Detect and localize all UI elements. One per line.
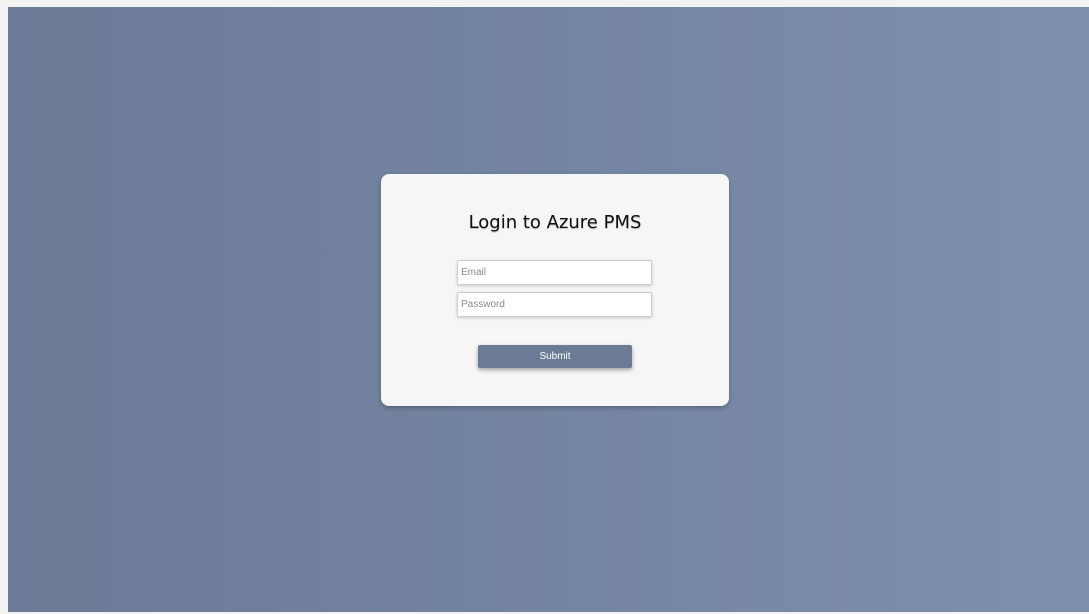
password-field[interactable] [457, 292, 652, 317]
login-card: Login to Azure PMS Submit [381, 174, 729, 406]
login-title: Login to Azure PMS [468, 212, 642, 233]
email-field[interactable] [457, 260, 652, 285]
submit-button[interactable]: Submit [478, 345, 632, 368]
page-background: Login to Azure PMS Submit [8, 7, 1089, 612]
